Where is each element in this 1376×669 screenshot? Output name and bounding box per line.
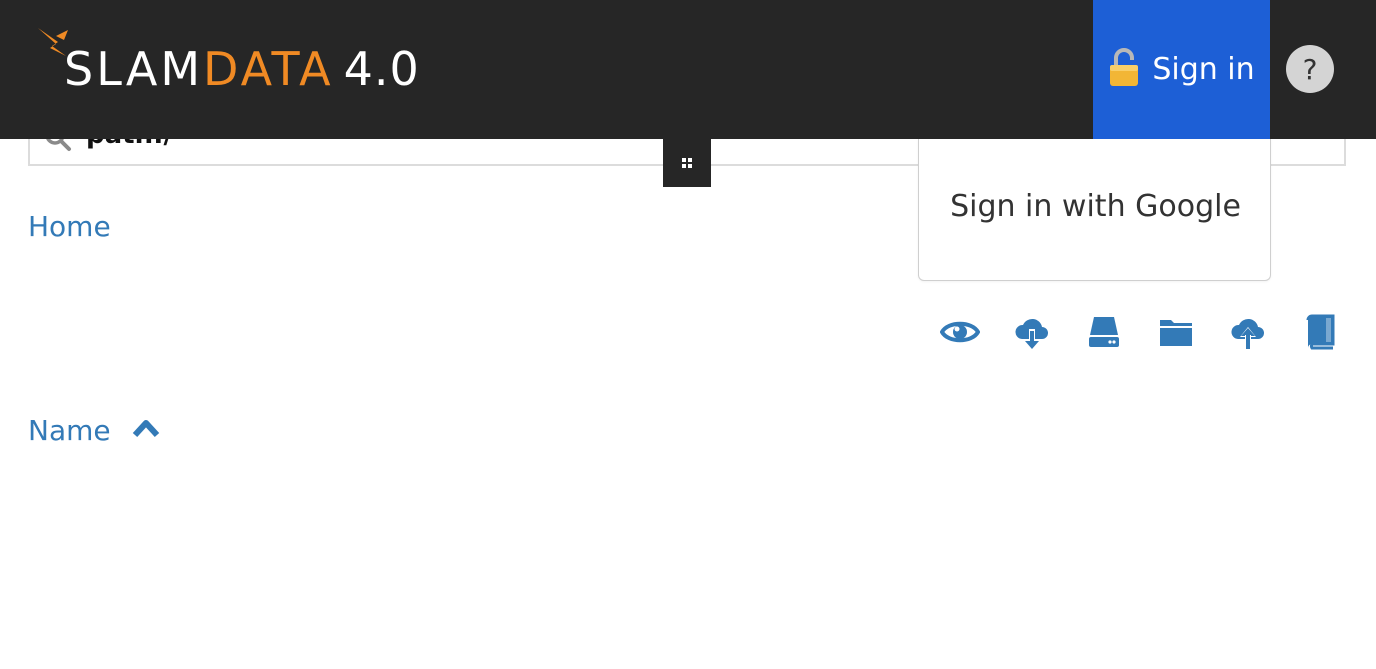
toggle-hidden-files-button[interactable] <box>938 310 982 354</box>
download-button[interactable] <box>1010 310 1054 354</box>
drag-handle[interactable] <box>663 139 711 187</box>
cloud-download-icon <box>1015 318 1048 349</box>
lock-icon <box>1110 47 1139 86</box>
app-header: SLAMDATA 4.0 Sign in ? <box>0 0 1376 139</box>
create-folder-button[interactable] <box>1154 310 1198 354</box>
sort-column-label: Name <box>28 413 111 447</box>
logo-data: DATA <box>203 42 334 96</box>
upload-button[interactable] <box>1226 310 1270 354</box>
logo-version: 4.0 <box>343 42 420 96</box>
grip-icon <box>682 158 692 168</box>
slamdata-logo: SLAMDATA 4.0 <box>36 26 419 106</box>
sort-by-name-header[interactable]: Name <box>28 410 161 450</box>
signin-button[interactable]: Sign in <box>1093 0 1270 139</box>
help-button[interactable]: ? <box>1286 45 1334 93</box>
file-toolbar <box>938 310 1348 354</box>
mount-database-button[interactable] <box>1082 310 1126 354</box>
logo-text: SLAMDATA 4.0 <box>64 46 420 92</box>
chevron-up-icon <box>132 420 159 438</box>
hard-drive-icon <box>1089 317 1119 347</box>
folder-icon <box>1160 320 1192 346</box>
eye-icon <box>940 321 980 343</box>
breadcrumb-home-link[interactable]: Home <box>28 210 111 243</box>
signin-dropdown: Sign in with Google <box>918 139 1271 281</box>
create-workspace-button[interactable] <box>1298 310 1342 354</box>
signin-label: Sign in <box>1152 52 1255 87</box>
google-signin-item[interactable]: Sign in with Google <box>919 189 1272 224</box>
cloud-upload-icon <box>1231 318 1264 349</box>
logo-slam: SLAM <box>64 42 204 96</box>
book-icon <box>1306 314 1335 350</box>
